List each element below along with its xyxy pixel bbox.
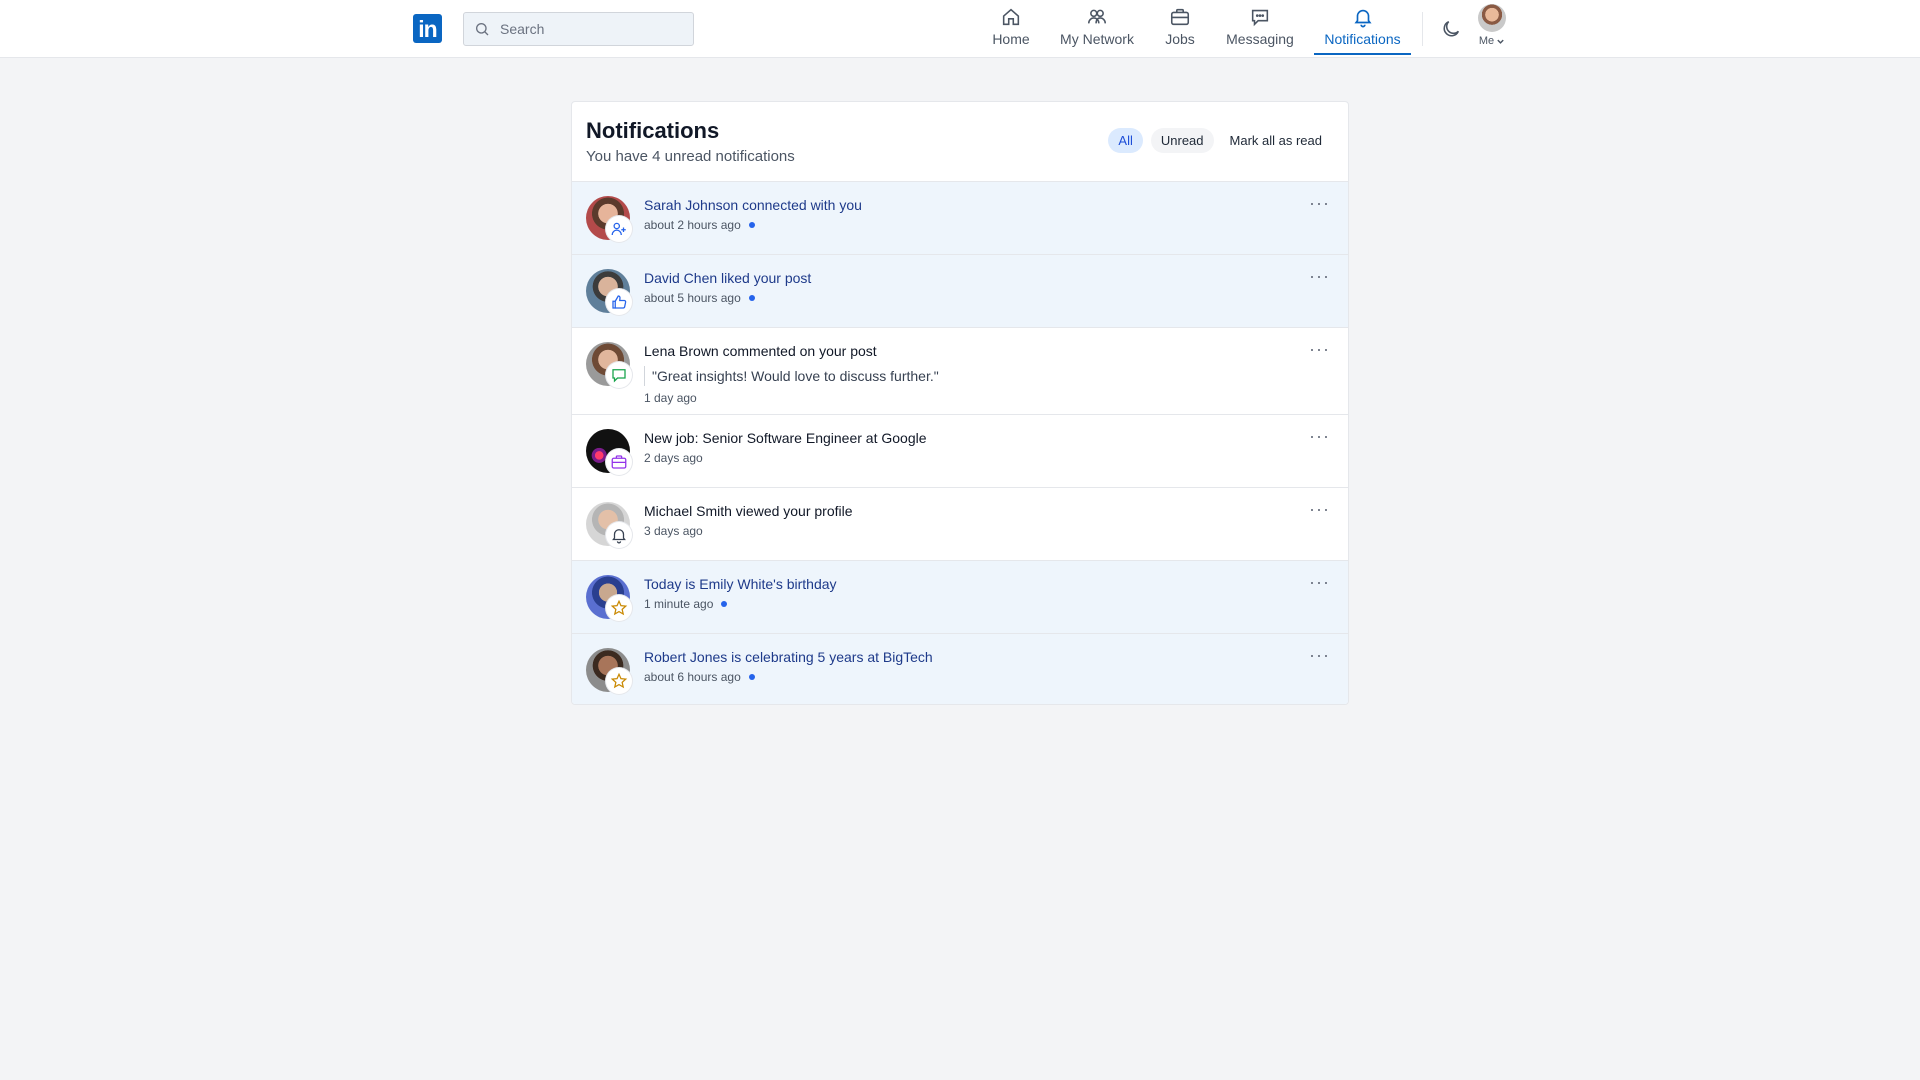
nav-notifications[interactable]: Notifications: [1314, 6, 1411, 55]
notification-time: 3 days ago: [644, 524, 703, 538]
me-label: Me: [1476, 35, 1508, 47]
notification-time: 2 days ago: [644, 451, 703, 465]
search-input[interactable]: [500, 21, 690, 37]
briefcase-icon: [611, 455, 627, 469]
more-options-button[interactable]: ···: [1309, 267, 1330, 285]
dark-mode-moon-icon[interactable]: [1440, 18, 1462, 40]
me-menu[interactable]: Me: [1476, 4, 1508, 47]
notification-badge: [606, 289, 632, 315]
notification-badge: [606, 449, 632, 475]
me-text: Me: [1478, 35, 1495, 47]
linkedin-logo[interactable]: in: [413, 14, 442, 43]
nav-divider: [1422, 12, 1423, 46]
notification-text: Lena Brown commented on your post: [644, 343, 877, 359]
filter-all-button[interactable]: All: [1108, 128, 1143, 153]
notification-timestamp: 1 minute ago: [644, 597, 714, 611]
nav-home-label: Home: [992, 31, 1030, 47]
notification-time: 1 minute ago: [644, 597, 728, 611]
star-icon: [610, 599, 628, 616]
avatar: [1478, 4, 1506, 32]
notification-badge: [606, 216, 632, 242]
more-options-button[interactable]: ···: [1309, 573, 1330, 591]
nav-jobs[interactable]: Jobs: [1163, 6, 1197, 54]
filter-unread-button[interactable]: Unread: [1150, 128, 1214, 153]
notification-text: Michael Smith viewed your profile: [644, 503, 853, 519]
notification-badge: [606, 595, 632, 621]
unread-dot: [748, 295, 755, 301]
top-navbar: in Home My Network Jobs Messaging Notifi…: [0, 0, 1920, 58]
notification-timestamp: 2 days ago: [644, 451, 703, 465]
briefcase-icon: [1170, 8, 1190, 26]
notification-timestamp: 1 day ago: [644, 391, 697, 405]
more-options-button[interactable]: ···: [1309, 340, 1330, 358]
notification-time: 1 day ago: [644, 391, 697, 405]
mark-all-read-button[interactable]: Mark all as read: [1222, 128, 1330, 153]
notification-item[interactable]: New job: Senior Software Engineer at Goo…: [572, 415, 1348, 488]
notification-badge: [606, 668, 632, 694]
nav-jobs-label: Jobs: [1165, 31, 1195, 47]
notification-timestamp: about 6 hours ago: [644, 670, 741, 684]
search-box[interactable]: [463, 12, 694, 46]
nav-my-network-label: My Network: [1060, 31, 1134, 47]
notification-item[interactable]: Lena Brown commented on your post "Great…: [572, 328, 1348, 415]
more-options-button[interactable]: ···: [1309, 427, 1330, 445]
star-icon: [610, 672, 628, 689]
nav-home[interactable]: Home: [991, 6, 1031, 54]
notification-filters: All Unread Mark all as read: [1108, 128, 1330, 153]
notification-text: Robert Jones is celebrating 5 years at B…: [644, 649, 933, 665]
nav-my-network[interactable]: My Network: [1059, 6, 1135, 54]
more-options-button[interactable]: ···: [1309, 646, 1330, 664]
notification-text: Today is Emily White's birthday: [644, 576, 837, 592]
unread-dot: [721, 601, 728, 607]
more-options-button[interactable]: ···: [1309, 500, 1330, 518]
notification-text: New job: Senior Software Engineer at Goo…: [644, 430, 927, 446]
search-icon: [476, 23, 489, 36]
unread-dot: [748, 674, 755, 680]
notification-text: David Chen liked your post: [644, 270, 812, 286]
nav-messaging[interactable]: Messaging: [1226, 6, 1294, 54]
notification-item[interactable]: David Chen liked your post about 5 hours…: [572, 255, 1348, 328]
notification-timestamp: about 5 hours ago: [644, 291, 741, 305]
bell-icon: [612, 529, 626, 544]
notification-timestamp: 3 days ago: [644, 524, 703, 538]
page-title: Notifications: [586, 118, 720, 143]
more-options-button[interactable]: ···: [1309, 194, 1330, 212]
notification-item[interactable]: Robert Jones is celebrating 5 years at B…: [572, 634, 1348, 704]
page-subtitle: You have 4 unread notifications: [586, 148, 795, 165]
home-icon: [1002, 8, 1020, 26]
notification-timestamp: about 2 hours ago: [644, 218, 741, 232]
notification-badge: [606, 522, 632, 548]
network-icon: [1087, 9, 1107, 24]
bell-icon: [1353, 9, 1372, 28]
notification-item[interactable]: Today is Emily White's birthday 1 minute…: [572, 561, 1348, 634]
thumbs-up-icon: [612, 295, 627, 309]
notification-item[interactable]: Michael Smith viewed your profile 3 days…: [572, 488, 1348, 561]
notification-text: Sarah Johnson connected with you: [644, 197, 862, 213]
chevron-down-icon: [1497, 39, 1504, 44]
unread-dot: [748, 222, 755, 228]
comment-quote: "Great insights! Would love to discuss f…: [644, 366, 939, 386]
notification-item[interactable]: Sarah Johnson connected with you about 2…: [572, 182, 1348, 255]
notifications-header: Notifications You have 4 unread notifica…: [572, 102, 1348, 182]
notification-time: about 6 hours ago: [644, 670, 755, 684]
nav-messaging-label: Messaging: [1226, 31, 1294, 47]
user-plus-icon: [611, 222, 626, 236]
notification-time: about 5 hours ago: [644, 291, 755, 305]
notifications-card: Notifications You have 4 unread notifica…: [571, 101, 1349, 705]
nav-notifications-label: Notifications: [1324, 31, 1401, 47]
notification-time: about 2 hours ago: [644, 218, 755, 232]
notification-badge: [606, 362, 632, 388]
comment-icon: [612, 369, 626, 383]
message-icon: [1251, 9, 1269, 27]
